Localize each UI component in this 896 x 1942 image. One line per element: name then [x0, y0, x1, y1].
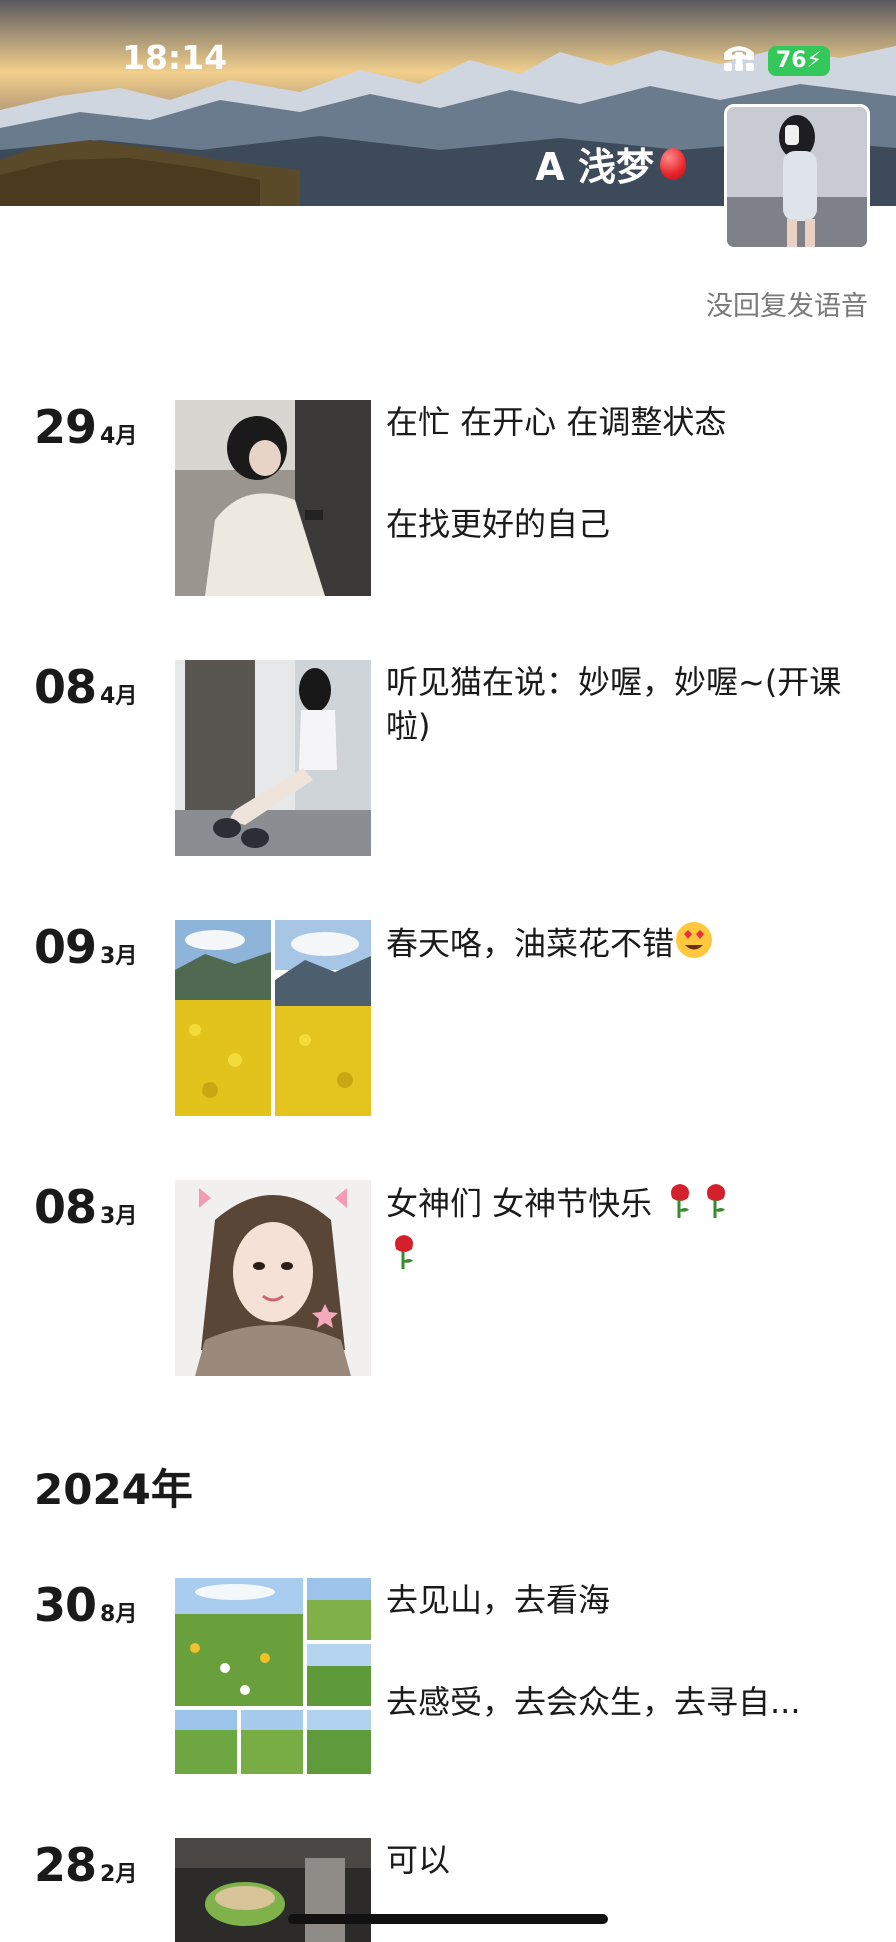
post-caption: 可以: [386, 1838, 856, 1882]
post-photo[interactable]: [175, 1180, 371, 1376]
post-caption: 春天咯，油菜花不错: [386, 920, 856, 971]
caption-line: 在忙 在开心 在调整状态: [386, 403, 727, 441]
post-day: 28: [34, 1838, 97, 1892]
photo-rapeseed-fields: [175, 920, 371, 1116]
post-date: 30 8月: [34, 1578, 137, 1632]
photo-girl-by-window: [175, 660, 371, 856]
photo-girl-in-car: [175, 400, 371, 596]
post-photo[interactable]: [175, 400, 371, 596]
post-month: 3月: [100, 1204, 138, 1229]
post-photo[interactable]: [175, 660, 371, 856]
caption-line: 春天咯，油菜花不错: [386, 924, 675, 963]
post-photo[interactable]: [175, 920, 371, 1116]
post-date: 09 3月: [34, 920, 137, 974]
post-caption: 去见山，去看海 去感受，去会众生，去寻自...: [386, 1578, 856, 1724]
post-month: 4月: [100, 424, 138, 449]
post-photo[interactable]: [175, 1838, 371, 1942]
balloon-emoji-icon: [660, 147, 686, 180]
caption-line: 可以: [386, 1841, 451, 1879]
post-date: 08 3月: [34, 1180, 137, 1234]
post-day: 08: [34, 1180, 97, 1234]
rose-emoji-icon: [698, 1180, 734, 1231]
caption-line: 在找更好的自己: [386, 505, 611, 543]
post-caption: 在忙 在开心 在调整状态 在找更好的自己: [386, 400, 856, 546]
post-month: 2月: [100, 1862, 138, 1887]
post-day: 08: [34, 660, 97, 714]
caption-line: 听见猫在说：妙喔，妙喔~(开课啦): [386, 663, 842, 745]
post-photo-grid[interactable]: [175, 1578, 371, 1774]
post-date: 29 4月: [34, 400, 137, 454]
photo-latte-coffee: [175, 1838, 371, 1942]
post-date: 08 4月: [34, 660, 137, 714]
post-month: 3月: [100, 944, 138, 969]
profile-name-text: A 浅梦: [535, 145, 654, 189]
post-caption: 听见猫在说：妙喔，妙喔~(开课啦): [386, 660, 856, 748]
rose-emoji-icon: [662, 1180, 698, 1231]
photo-selfie-girl: [175, 1180, 371, 1376]
year-divider: 2024年: [34, 1465, 193, 1514]
caption-line: 去见山，去看海: [386, 1581, 611, 1619]
home-indicator[interactable]: [288, 1914, 608, 1924]
post-month: 4月: [100, 684, 138, 709]
battery-level: 76: [775, 48, 807, 73]
post-day: 29: [34, 400, 97, 454]
post-month: 8月: [100, 1602, 138, 1627]
avatar[interactable]: [724, 104, 870, 250]
post-day: 09: [34, 920, 97, 974]
charging-bolt-icon: ⚡: [806, 48, 822, 73]
caption-line: 女神们 女神节快乐: [386, 1184, 663, 1223]
heart-eyes-emoji-icon: [674, 920, 714, 971]
caption-line: 去感受，去会众生，去寻自...: [386, 1683, 801, 1721]
status-time: 18:14: [122, 38, 228, 77]
profile-signature: 没回复发语音: [706, 291, 868, 322]
photo-grassland-collage: [175, 1578, 371, 1774]
avatar-photo: [727, 107, 867, 247]
battery-indicator: 76⚡: [767, 46, 830, 76]
post-caption: 女神们 女神节快乐: [386, 1180, 856, 1282]
post-date: 28 2月: [34, 1838, 137, 1892]
profile-name: A 浅梦: [535, 136, 686, 191]
status-icons: 76⚡: [723, 46, 830, 76]
rose-emoji-icon: [386, 1231, 422, 1282]
wifi-icon: [724, 46, 753, 66]
post-day: 30: [34, 1578, 97, 1632]
